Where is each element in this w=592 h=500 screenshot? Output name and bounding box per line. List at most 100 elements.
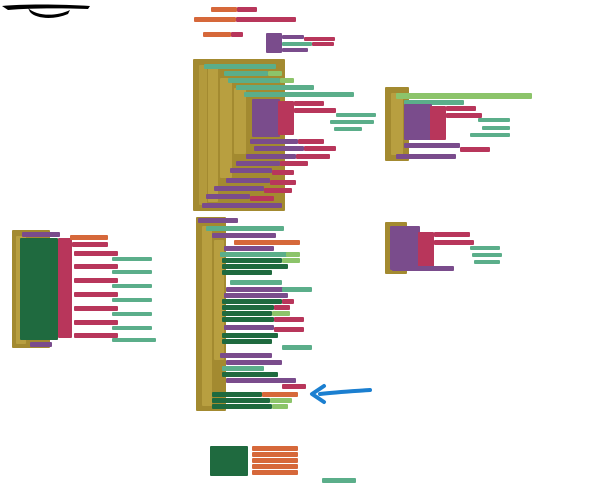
- setter-block[interactable]: [210, 446, 248, 476]
- procedure-block[interactable]: [404, 143, 460, 148]
- logic-block[interactable]: [74, 292, 118, 297]
- setter-block[interactable]: [222, 258, 282, 263]
- setter-block[interactable]: [222, 339, 272, 344]
- component-block[interactable]: [472, 253, 502, 257]
- procedure-block[interactable]: [30, 342, 52, 347]
- component-block[interactable]: [112, 298, 152, 302]
- logic-block[interactable]: [274, 317, 304, 322]
- procedure-block[interactable]: [224, 325, 274, 330]
- procedure-block[interactable]: [224, 246, 274, 251]
- component-block[interactable]: [336, 113, 376, 117]
- procedure-block[interactable]: [282, 48, 308, 52]
- text-block[interactable]: [252, 446, 298, 451]
- component-block[interactable]: [470, 133, 510, 137]
- component-block[interactable]: [478, 118, 510, 122]
- math-block[interactable]: [272, 311, 290, 316]
- component-block[interactable]: [334, 127, 362, 131]
- component-block[interactable]: [206, 226, 284, 231]
- logic-block[interactable]: [294, 101, 324, 106]
- component-block[interactable]: [236, 85, 314, 90]
- setter-block[interactable]: [222, 333, 278, 338]
- text-block[interactable]: [252, 452, 298, 457]
- setter-block[interactable]: [222, 317, 274, 322]
- value-block[interactable]: [231, 32, 243, 37]
- logic-block[interactable]: [434, 240, 474, 245]
- setter-block[interactable]: [222, 264, 288, 269]
- setter-block[interactable]: [222, 299, 282, 304]
- logic-block[interactable]: [282, 384, 306, 389]
- procedure-block[interactable]: [226, 378, 296, 383]
- procedure-block[interactable]: [22, 232, 60, 237]
- logic-block[interactable]: [72, 242, 108, 247]
- logic-block[interactable]: [282, 299, 294, 304]
- component-block[interactable]: [222, 366, 264, 371]
- global-variable-block[interactable]: [203, 32, 231, 37]
- math-block[interactable]: [282, 258, 300, 263]
- text-block[interactable]: [252, 458, 298, 463]
- procedure-block[interactable]: [226, 178, 270, 183]
- setter-block[interactable]: [212, 398, 270, 403]
- component-block[interactable]: [230, 280, 282, 285]
- if-block[interactable]: [208, 68, 218, 202]
- setter-block[interactable]: [20, 238, 58, 340]
- text-block[interactable]: [252, 470, 298, 475]
- component-block[interactable]: [474, 260, 500, 264]
- logic-block[interactable]: [274, 327, 304, 332]
- component-block[interactable]: [244, 92, 354, 97]
- logic-block[interactable]: [446, 113, 482, 118]
- if-block[interactable]: [220, 78, 232, 178]
- setter-block[interactable]: [222, 270, 272, 275]
- procedure-block[interactable]: [236, 161, 280, 166]
- component-block[interactable]: [282, 345, 312, 350]
- logic-block[interactable]: [298, 139, 324, 144]
- procedure-block[interactable]: [226, 287, 286, 292]
- logic-block[interactable]: [418, 232, 434, 268]
- logic-block[interactable]: [74, 306, 118, 311]
- procedure-block[interactable]: [390, 226, 420, 270]
- logic-block[interactable]: [304, 37, 335, 41]
- text-block[interactable]: [234, 240, 300, 245]
- component-block[interactable]: [322, 478, 356, 483]
- component-block[interactable]: [112, 257, 152, 261]
- procedure-block[interactable]: [224, 293, 288, 298]
- text-block[interactable]: [252, 464, 298, 469]
- blocks-workspace[interactable]: [0, 0, 592, 500]
- math-block[interactable]: [286, 252, 300, 257]
- math-block[interactable]: [270, 398, 292, 403]
- procedure-block[interactable]: [230, 168, 272, 173]
- logic-block[interactable]: [434, 232, 470, 237]
- math-block[interactable]: [396, 93, 532, 99]
- component-block[interactable]: [224, 71, 268, 76]
- component-block[interactable]: [204, 64, 276, 69]
- logic-block[interactable]: [280, 161, 308, 166]
- procedure-block[interactable]: [220, 353, 272, 358]
- procedure-block[interactable]: [404, 104, 432, 140]
- component-block[interactable]: [112, 284, 152, 288]
- global-variable-block[interactable]: [194, 17, 236, 22]
- component-block[interactable]: [470, 246, 500, 250]
- component-block[interactable]: [282, 42, 312, 46]
- logic-block[interactable]: [294, 108, 336, 113]
- logic-block[interactable]: [250, 196, 274, 201]
- logic-block[interactable]: [274, 305, 290, 310]
- procedure-block[interactable]: [198, 218, 238, 223]
- logic-block[interactable]: [74, 264, 118, 269]
- procedure-block[interactable]: [206, 194, 250, 199]
- procedure-block[interactable]: [226, 360, 282, 365]
- logic-block[interactable]: [58, 238, 72, 338]
- logic-block[interactable]: [278, 101, 294, 135]
- component-block[interactable]: [228, 78, 280, 83]
- procedure-block[interactable]: [214, 186, 264, 191]
- value-block[interactable]: [236, 17, 296, 22]
- logic-block[interactable]: [272, 170, 294, 175]
- setter-block[interactable]: [212, 392, 262, 397]
- if-block[interactable]: [202, 226, 212, 406]
- logic-block[interactable]: [312, 42, 334, 46]
- procedure-block[interactable]: [254, 146, 304, 151]
- procedure-block[interactable]: [250, 139, 298, 144]
- if-block[interactable]: [391, 93, 403, 155]
- logic-block[interactable]: [430, 106, 446, 140]
- component-block[interactable]: [220, 252, 290, 257]
- setter-block[interactable]: [212, 404, 272, 409]
- procedure-block[interactable]: [282, 35, 304, 39]
